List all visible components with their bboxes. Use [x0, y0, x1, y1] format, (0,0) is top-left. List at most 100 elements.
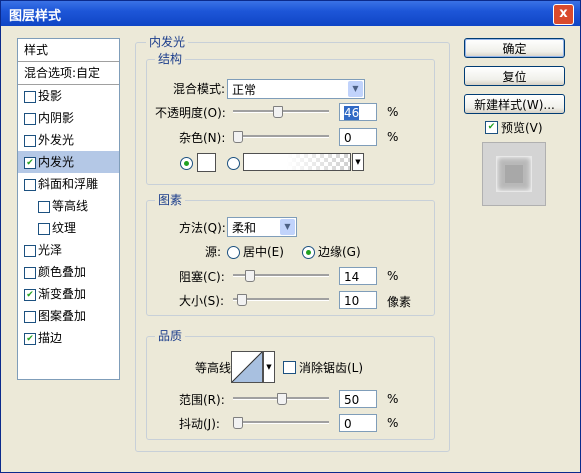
quality-title: 品质: [155, 329, 186, 343]
ok-button[interactable]: 确定: [464, 38, 565, 58]
style-item-checkbox[interactable]: [24, 113, 36, 125]
style-item[interactable]: 投影: [18, 85, 119, 107]
window-title: 图层样式: [9, 9, 62, 24]
new-style-button[interactable]: 新建样式(W)...: [464, 94, 565, 114]
style-item[interactable]: ✔ 描边: [18, 327, 119, 349]
style-item[interactable]: 图案叠加: [18, 305, 119, 327]
solid-color-radio[interactable]: [180, 157, 193, 170]
jitter-slider-thumb[interactable]: [233, 417, 243, 429]
style-item-label: 外发光: [38, 133, 75, 147]
style-item-label: 内阴影: [38, 111, 75, 125]
technique-label: 方法(Q):: [179, 221, 226, 235]
reset-button[interactable]: 复位: [464, 66, 565, 86]
style-list: 样式 混合选项:自定 投影 内阴影 外发光 ✔ 内发光 斜面和浮雕 等高线 纹理 光泽 颜色叠加 ✔…: [17, 38, 120, 380]
style-item-checkbox[interactable]: [24, 267, 36, 279]
style-list-header[interactable]: 样式: [18, 39, 119, 61]
style-item-checkbox[interactable]: [24, 245, 36, 257]
style-item-label: 光泽: [38, 243, 63, 257]
source-center-label: 居中(E): [243, 245, 284, 259]
blend-mode-value: 正常: [232, 83, 257, 97]
contour-curve-icon: [231, 351, 263, 383]
technique-select[interactable]: 柔和 ▼: [227, 217, 297, 237]
style-item-checkbox[interactable]: [24, 135, 36, 147]
range-percent: %: [387, 392, 399, 406]
jitter-input[interactable]: 0: [339, 414, 377, 432]
gradient-radio[interactable]: [227, 157, 240, 170]
opacity-input[interactable]: 46: [339, 103, 377, 121]
style-item-label: 纹理: [52, 221, 77, 235]
source-edge-label: 边缘(G): [318, 245, 361, 259]
antialias-checkbox[interactable]: [283, 361, 296, 374]
size-input[interactable]: 10: [339, 291, 377, 309]
style-list-header-label: 样式: [24, 43, 49, 57]
blend-mode-select[interactable]: 正常 ▼: [227, 79, 365, 99]
range-label: 范围(R):: [179, 393, 225, 407]
range-slider[interactable]: [233, 393, 329, 405]
blend-options-label: 混合选项:自定: [24, 66, 101, 80]
contour-dropdown-icon[interactable]: ▼: [263, 351, 275, 383]
elements-group: 图素 方法(Q): 柔和 ▼ 源: 居中(E) 边缘(G) 阻塞(C): 14 …: [146, 193, 435, 316]
preview-swatch: [496, 156, 532, 192]
range-input[interactable]: 50: [339, 390, 377, 408]
gradient-swatch[interactable]: [243, 153, 351, 171]
inner-glow-group: 内发光 结构 混合模式: 正常 ▼ 不透明度(O): 46 % 杂色(N): 0…: [135, 35, 450, 452]
antialias-label: 消除锯齿(L): [299, 361, 364, 375]
noise-percent: %: [387, 130, 399, 144]
preview-swatch-center: [505, 165, 523, 183]
style-item[interactable]: 纹理: [18, 217, 119, 239]
source-center-radio[interactable]: [227, 246, 240, 259]
jitter-label: 抖动(J):: [179, 417, 220, 431]
style-item[interactable]: ✔ 渐变叠加: [18, 283, 119, 305]
size-slider[interactable]: [233, 294, 329, 306]
chevron-down-icon: ▼: [280, 219, 295, 235]
structure-title: 结构: [155, 52, 186, 66]
style-item-checkbox[interactable]: [38, 223, 50, 235]
title-bar[interactable]: 图层样式 x: [1, 1, 580, 26]
choke-slider[interactable]: [233, 270, 329, 282]
opacity-value: 46: [344, 106, 360, 120]
noise-input[interactable]: 0: [339, 128, 377, 146]
range-slider-thumb[interactable]: [277, 393, 287, 405]
jitter-percent: %: [387, 416, 399, 430]
blend-options-item[interactable]: 混合选项:自定: [18, 62, 119, 84]
source-edge-radio[interactable]: [302, 246, 315, 259]
style-item-checkbox[interactable]: [38, 201, 50, 213]
glow-color-swatch[interactable]: [197, 153, 216, 172]
layer-style-dialog: 图层样式 x 样式 混合选项:自定 投影内阴影外发光 ✔ 内发光斜面和浮雕等高线纹理…: [0, 0, 581, 473]
choke-input[interactable]: 14: [339, 267, 377, 285]
opacity-percent: %: [387, 105, 399, 119]
opacity-slider[interactable]: [233, 106, 329, 118]
choke-slider-thumb[interactable]: [245, 270, 255, 282]
noise-slider-thumb[interactable]: [233, 131, 243, 143]
source-label: 源:: [205, 245, 222, 259]
style-item-checkbox[interactable]: [24, 179, 36, 191]
dialog-body: 样式 混合选项:自定 投影 内阴影 外发光 ✔ 内发光 斜面和浮雕 等高线 纹理 光泽 颜色叠加 ✔…: [1, 26, 580, 472]
gradient-dropdown-icon[interactable]: ▼: [352, 153, 364, 171]
style-item-checkbox[interactable]: [24, 311, 36, 323]
style-item-checkbox[interactable]: ✔: [24, 157, 36, 169]
preview-label: 预览(V): [501, 121, 543, 135]
size-slider-thumb[interactable]: [237, 294, 247, 306]
noise-slider-track: [233, 135, 329, 138]
style-item[interactable]: 颜色叠加: [18, 261, 119, 283]
style-item[interactable]: 外发光: [18, 129, 119, 151]
jitter-slider[interactable]: [233, 417, 329, 429]
style-item-checkbox[interactable]: ✔: [24, 333, 36, 345]
chevron-down-icon: ▼: [348, 81, 363, 97]
noise-slider[interactable]: [233, 131, 329, 143]
style-item-checkbox[interactable]: ✔: [24, 289, 36, 301]
contour-picker[interactable]: [231, 351, 263, 383]
quality-group: 品质 等高线: ▼ 消除锯齿(L) 范围(R): 50 % 抖动(J): 0 %: [146, 329, 435, 440]
style-item-label: 斜面和浮雕: [38, 177, 99, 191]
close-icon[interactable]: x: [553, 4, 574, 25]
choke-percent: %: [387, 269, 399, 283]
style-item[interactable]: 等高线: [18, 195, 119, 217]
style-item-checkbox[interactable]: [24, 91, 36, 103]
opacity-slider-thumb[interactable]: [273, 106, 283, 118]
style-item[interactable]: 内阴影: [18, 107, 119, 129]
style-item[interactable]: ✔ 内发光: [18, 151, 119, 173]
style-item[interactable]: 光泽: [18, 239, 119, 261]
style-item-label: 渐变叠加: [38, 287, 87, 301]
preview-checkbox[interactable]: ✔: [485, 121, 498, 134]
style-item[interactable]: 斜面和浮雕: [18, 173, 119, 195]
